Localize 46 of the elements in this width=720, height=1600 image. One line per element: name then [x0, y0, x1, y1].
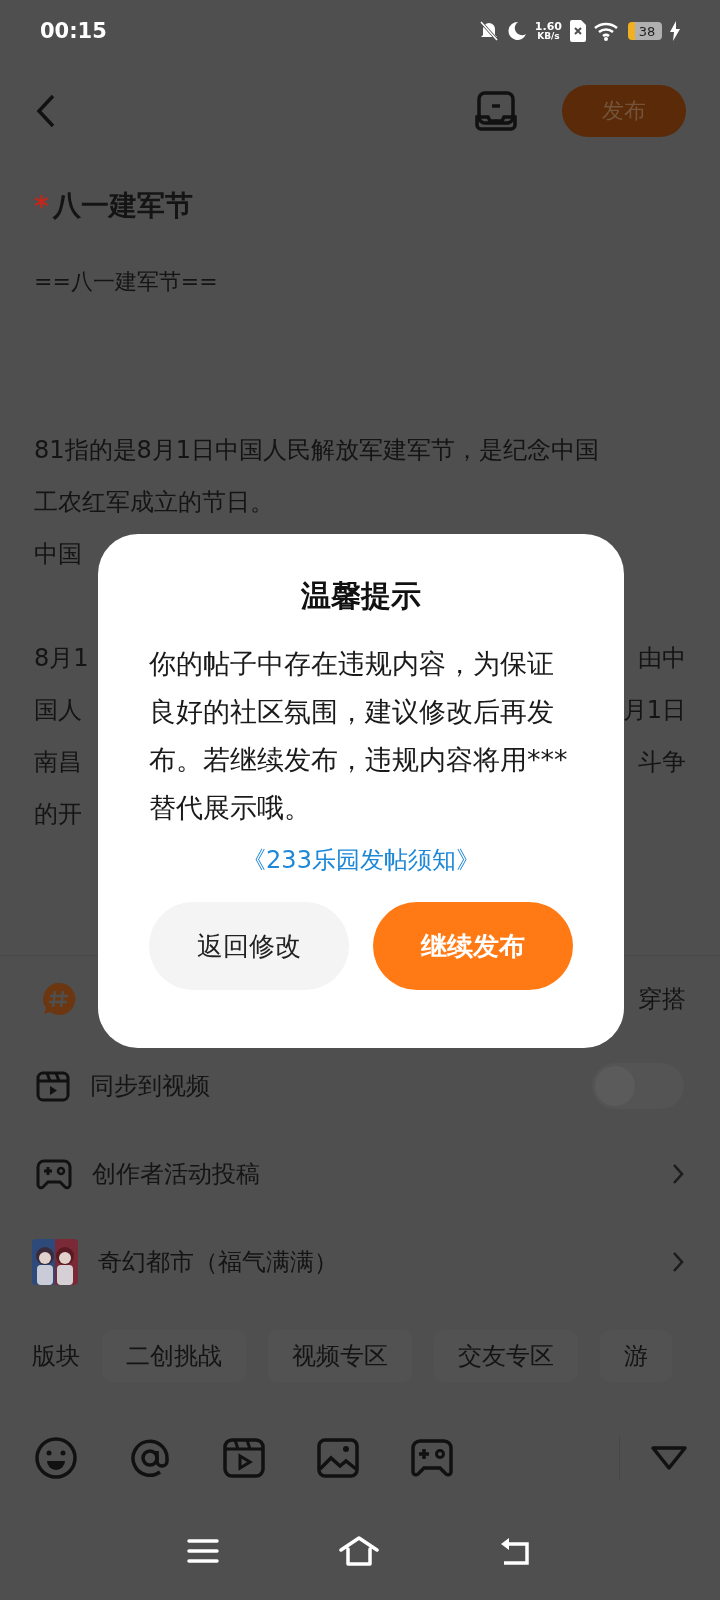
- battery-icon: 38: [628, 22, 662, 40]
- body-text: 月1日: [622, 695, 686, 726]
- section-label: 版块: [32, 1341, 80, 1372]
- body-text: 81指的是8月1日中国人民解放军建军节，是纪念中国: [34, 435, 600, 466]
- body-text: 国人: [34, 695, 82, 726]
- body-text: 的开: [34, 799, 82, 830]
- revise-button[interactable]: 返回修改: [149, 902, 349, 990]
- back-icon[interactable]: [36, 94, 56, 128]
- option-label[interactable]: 同步到视频: [90, 1070, 572, 1102]
- hashtag-icon[interactable]: [42, 982, 76, 1016]
- collapse-icon[interactable]: [650, 1445, 688, 1471]
- charging-icon: [670, 21, 680, 41]
- body-text: 斗争: [638, 747, 686, 778]
- video-icon[interactable]: [222, 1436, 266, 1480]
- net-speed: 1.60: [534, 21, 562, 32]
- gamepad-icon: [36, 1158, 72, 1190]
- menu-icon[interactable]: [187, 1538, 219, 1564]
- moon-icon: [506, 21, 527, 41]
- dialog-title: 温馨提示: [301, 577, 421, 615]
- required-asterisk: *: [34, 189, 49, 223]
- mention-icon[interactable]: [128, 1436, 172, 1480]
- post-title[interactable]: 八一建军节: [52, 187, 193, 225]
- chevron-right-icon[interactable]: [672, 1163, 684, 1185]
- sim-icon: [570, 20, 586, 42]
- body-text: 工农红军成立的节日。: [34, 487, 274, 518]
- bell-off-icon: [478, 20, 499, 42]
- continue-button[interactable]: 继续发布: [373, 902, 573, 990]
- body-text: 8月1: [34, 643, 89, 674]
- net-unit: KB/s: [537, 32, 560, 41]
- clapperboard-icon: [36, 1070, 70, 1102]
- wifi-icon: [594, 21, 620, 41]
- dialog-message: 你的帖子中存在违规内容，为保证良好的社区氛围，建议修改后再发布。若继续发布，违规内容将用***替代展示哦。: [149, 647, 569, 825]
- option-label[interactable]: 奇幻都市（福气满满）: [98, 1246, 652, 1278]
- body-text: 由中: [638, 643, 686, 674]
- chevron-right-icon[interactable]: [672, 1251, 684, 1273]
- body-text: 南昌: [34, 747, 82, 778]
- option-label[interactable]: 创作者活动投稿: [92, 1158, 652, 1190]
- emoji-icon[interactable]: [34, 1436, 78, 1480]
- status-time: 00:15: [40, 19, 107, 43]
- drafts-icon[interactable]: [474, 91, 518, 131]
- guidelines-link[interactable]: 《233乐园发帖须知》: [242, 844, 480, 876]
- home-icon[interactable]: [339, 1535, 379, 1567]
- body-text: 中国: [34, 539, 82, 570]
- image-icon[interactable]: [316, 1436, 360, 1480]
- body-heading: ==八一建军节==: [34, 268, 219, 296]
- topic-text[interactable]: 穿搭: [638, 983, 686, 1015]
